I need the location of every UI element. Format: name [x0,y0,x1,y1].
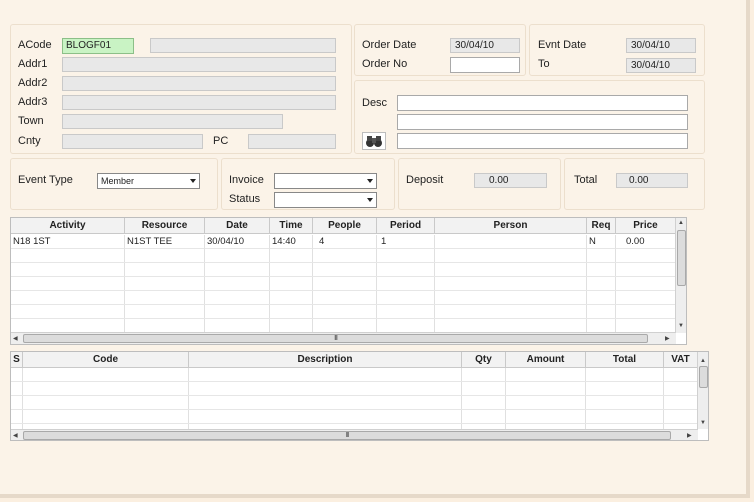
desc-label: Desc [362,97,388,109]
addr1-label: Addr1 [18,58,48,70]
items-empty-rows [11,368,698,430]
time-cell[interactable]: 14:40 [270,235,313,249]
scroll-grip: III [345,432,350,439]
scroll-down-icon[interactable]: ▼ [678,321,684,331]
qty-header[interactable]: Qty [462,352,506,368]
addr3-label: Addr3 [18,96,48,108]
vat-header[interactable]: VAT [664,352,698,368]
chevron-down-icon [190,179,196,183]
total-field: 0.00 [616,173,688,188]
status-label: Status [229,193,261,205]
window-frame: ACode BLOGF01 Addr1 Addr2 Addr3 Town Cnt… [0,0,750,498]
cnty-label: Cnty [18,135,41,147]
customer-name-field [150,38,336,53]
town-field [62,114,283,129]
pc-field [248,134,336,149]
items-vertical-scrollbar[interactable]: ▲ ▼ [697,352,708,429]
items-grid: S Code Description Qty Amount Total VAT … [10,351,709,441]
cnty-field [62,134,203,149]
person-header[interactable]: Person [435,218,587,234]
people-header[interactable]: People [313,218,377,234]
period-header[interactable]: Period [377,218,435,234]
code-header[interactable]: Code [23,352,189,368]
scroll-up-icon[interactable]: ▲ [700,356,706,366]
resource-cell[interactable]: N1ST TEE [125,235,205,249]
acode-label: ACode [18,39,52,51]
activity-horizontal-scrollbar[interactable]: ◀ III ▶ [11,332,676,344]
invoice-select[interactable] [274,173,377,189]
activity-vertical-scrollbar[interactable]: ▲ ▼ [675,218,686,333]
status-select[interactable] [274,192,377,208]
activity-grid: Activity Resource Date Time People Perio… [10,217,687,345]
total-header[interactable]: Total [586,352,664,368]
scroll-thumb[interactable] [677,230,686,286]
scroll-thumb[interactable] [699,366,708,388]
price-cell[interactable]: 0.00 [616,235,676,249]
order-no-label: Order No [362,58,408,70]
items-horizontal-scrollbar[interactable]: ◀ III ▶ [11,429,698,440]
to-date-field: 30/04/10 [626,58,696,73]
s-header[interactable]: S [11,352,23,368]
desc-line-2-input[interactable] [397,114,688,130]
scroll-left-icon[interactable]: ◀ [13,334,18,344]
scroll-thumb[interactable]: III [23,334,648,343]
req-cell[interactable]: N [587,235,616,249]
scroll-right-icon[interactable]: ▶ [665,334,670,344]
description-header[interactable]: Description [189,352,462,368]
deposit-field: 0.00 [474,173,547,188]
invoice-label: Invoice [229,174,264,186]
event-type-select[interactable]: Member [97,173,200,189]
deposit-label: Deposit [406,174,444,186]
desc-line-1-input[interactable] [397,95,688,111]
scroll-down-icon[interactable]: ▼ [700,418,706,428]
chevron-down-icon [367,179,373,183]
addr2-label: Addr2 [18,77,48,89]
pc-label: PC [213,135,229,147]
activity-empty-rows [11,249,676,333]
resource-header[interactable]: Resource [125,218,205,234]
scroll-left-icon[interactable]: ◀ [13,431,18,440]
to-label: To [538,58,550,70]
total-label: Total [574,174,598,186]
addr3-field [62,95,336,110]
chevron-down-icon [367,198,373,202]
activity-header[interactable]: Activity [11,218,125,234]
evnt-date-field: 30/04/10 [626,38,696,53]
scroll-right-icon[interactable]: ▶ [687,431,692,440]
event-type-value: Member [101,176,135,186]
order-no-input[interactable] [450,57,520,73]
price-header[interactable]: Price [616,218,676,234]
scroll-grip: III [334,335,338,342]
req-header[interactable]: Req [587,218,616,234]
event-type-label: Event Type [18,174,73,186]
activity-cell[interactable]: N18 1ST [11,235,125,249]
addr2-field [62,76,336,91]
period-cell[interactable]: 1 [377,235,435,249]
order-date-field: 30/04/10 [450,38,520,53]
date-cell[interactable]: 30/04/10 [205,235,270,249]
person-cell[interactable] [435,235,587,249]
date-header[interactable]: Date [205,218,270,234]
scroll-thumb[interactable]: III [23,431,671,440]
binoculars-icon[interactable] [362,132,386,150]
time-header[interactable]: Time [270,218,313,234]
order-date-label: Order Date [362,39,417,51]
desc-line-3-input[interactable] [397,133,688,149]
evnt-date-label: Evnt Date [538,39,587,51]
amount-header[interactable]: Amount [506,352,586,368]
people-cell[interactable]: 4 [313,235,377,249]
acode-input[interactable]: BLOGF01 [62,38,134,54]
scroll-up-icon[interactable]: ▲ [678,218,684,228]
addr1-field [62,57,336,72]
town-label: Town [18,115,44,127]
